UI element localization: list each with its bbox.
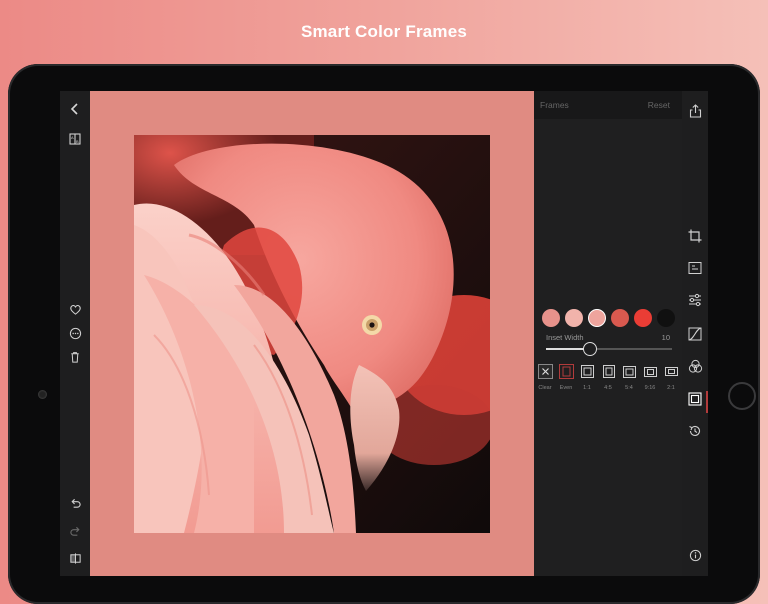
front-camera [38,390,47,399]
ratio-9-16-icon[interactable] [643,364,658,379]
adjust-icon[interactable] [686,291,704,309]
reset-button[interactable]: Reset [648,100,670,110]
share-icon[interactable] [686,102,704,120]
editor-screen: AB Frames Reset Inset Width 10 Clear Eve… [60,91,708,576]
undo-icon[interactable] [65,493,85,513]
split-view-icon[interactable] [65,548,85,568]
color-mix-icon[interactable] [686,357,704,375]
right-toolbar [682,91,708,576]
redo-icon[interactable] [65,521,85,541]
inset-width-slider[interactable] [546,342,672,356]
info-icon[interactable] [686,546,704,564]
history-icon[interactable] [686,422,704,440]
curves-icon[interactable] [686,325,704,343]
frame-option-label: 9:16 [644,385,656,391]
trash-icon[interactable] [65,347,85,367]
color-swatch-selected[interactable] [588,309,606,327]
ratio-2-1-icon[interactable] [664,364,679,379]
even-frame-icon[interactable] [559,364,574,379]
ratio-5-4-icon[interactable] [622,364,637,379]
frame-option-label: Even [559,385,573,391]
back-icon[interactable] [65,99,85,119]
headline: Smart Color Frames [300,22,468,41]
svg-text:A: A [71,135,74,140]
ratio-4-5-icon[interactable] [601,364,616,379]
inset-width-value: 10 [661,333,670,342]
frame-option-label: 1:1 [583,385,591,391]
crop-icon[interactable] [686,227,704,245]
frame-option-label: 5:4 [625,385,633,391]
flamingo-photo[interactable] [134,135,490,533]
active-tool-indicator [706,391,708,413]
frame-option-label: 2:1 [667,385,675,391]
more-icon[interactable] [65,323,85,343]
color-swatch[interactable] [611,309,629,327]
panel-header: Frames Reset [534,91,682,119]
heart-icon[interactable] [65,299,85,319]
text-icon[interactable] [686,259,704,277]
frame-option-label: Clear [538,385,552,391]
left-toolbar: AB [60,91,90,576]
color-swatch[interactable] [657,309,675,327]
frame-option-label: 4:5 [604,385,612,391]
ratio-1-1-icon[interactable] [580,364,595,379]
home-button[interactable] [728,382,756,410]
frame-canvas[interactable] [90,91,534,576]
color-swatch[interactable] [565,309,583,327]
panel-title: Frames [540,100,569,110]
svg-text:B: B [76,139,79,144]
clear-icon[interactable] [538,364,553,379]
color-swatch[interactable] [634,309,652,327]
color-swatch[interactable] [542,309,560,327]
inset-width-label: Inset Width [546,333,584,342]
frame-icon[interactable] [686,390,704,408]
frames-panel: Frames Reset Inset Width 10 Clear Even 1… [534,91,682,576]
compare-icon[interactable]: AB [65,129,85,149]
slider-knob[interactable] [583,342,598,356]
